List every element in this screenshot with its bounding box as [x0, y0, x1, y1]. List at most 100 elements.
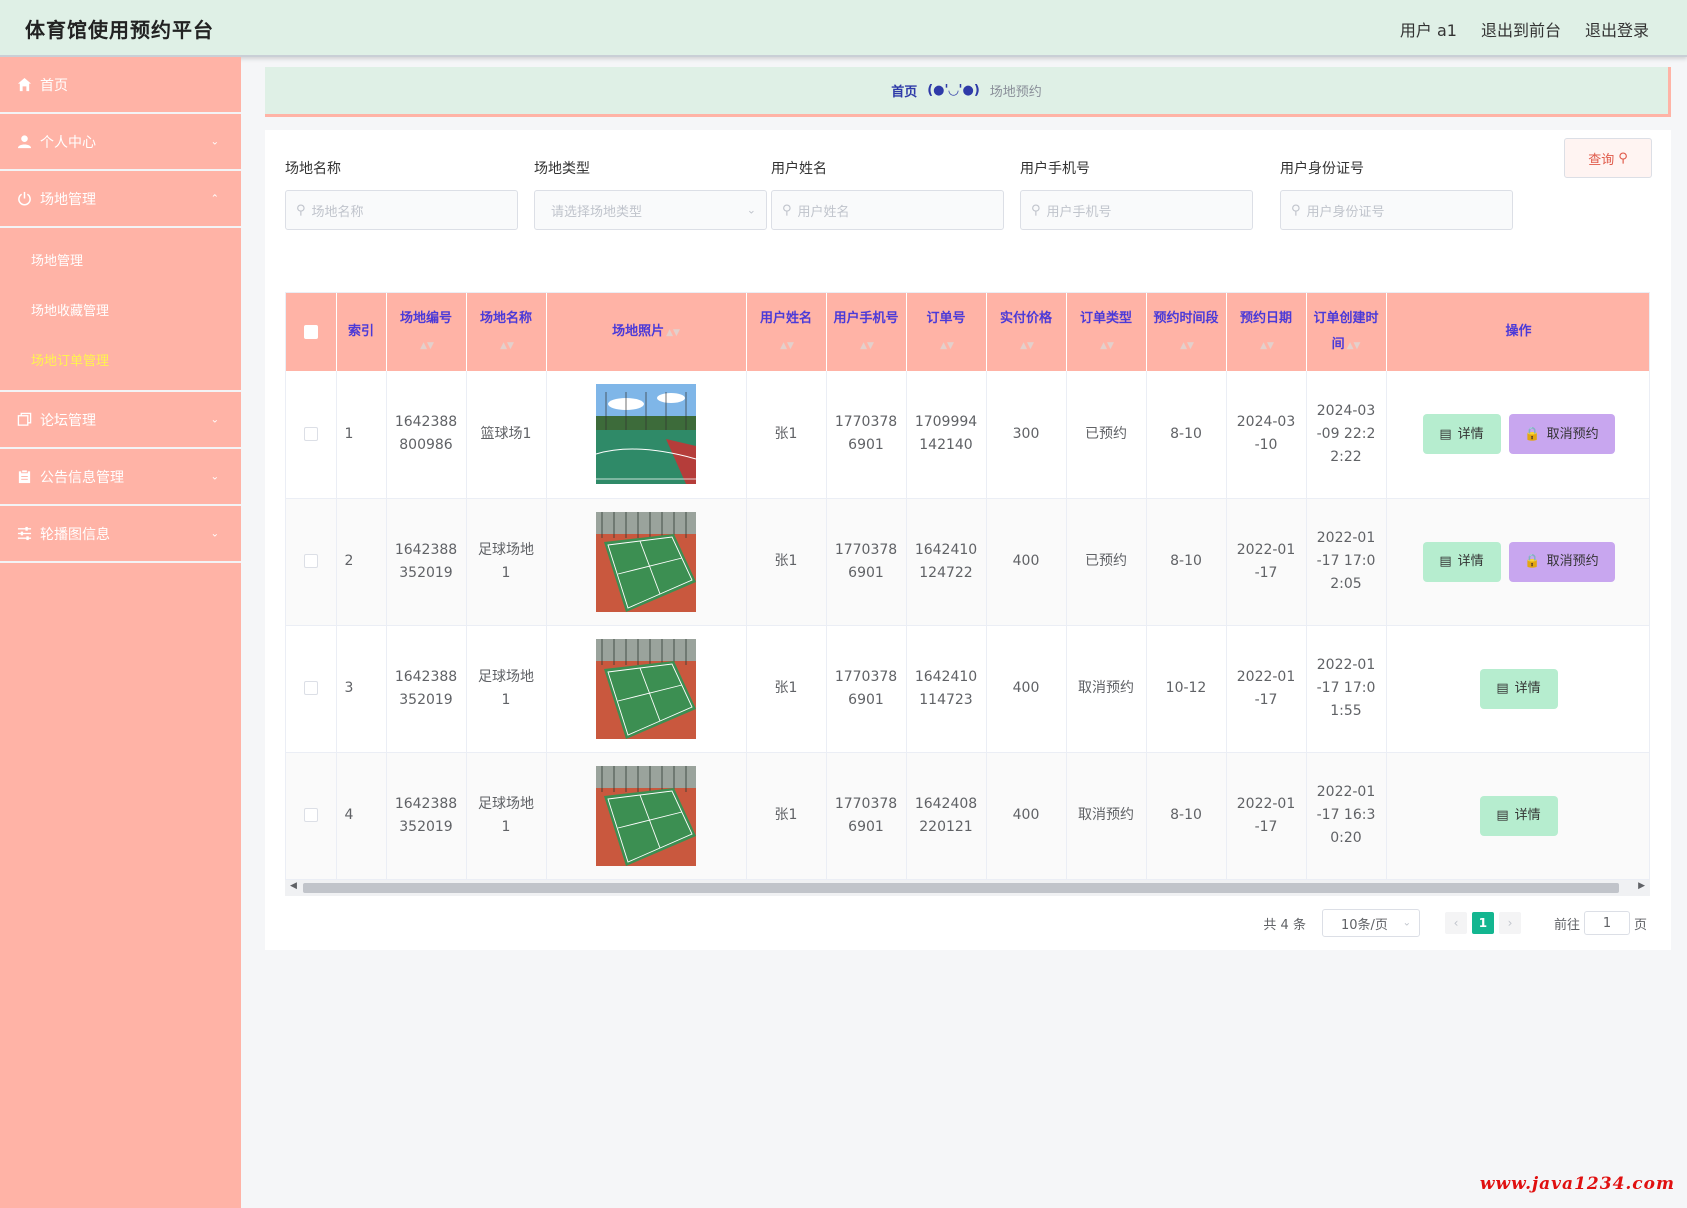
cell-photo	[546, 498, 747, 626]
user-name-field: 用户姓名 ⚲ 用户姓名	[771, 158, 1004, 230]
search-form: 场地名称 ⚲ 场地名称 场地类型 请选择场地类型 ⌄ 用户姓名 ⚲ 用户姓名 用…	[285, 138, 1655, 248]
next-page-button[interactable]: ›	[1498, 912, 1521, 934]
submenu-venue-favorites[interactable]: 场地收藏管理	[0, 284, 241, 334]
user-id-field: 用户身份证号 ⚲ 用户身份证号	[1280, 158, 1513, 230]
cell-actions: ▤ 详情	[1386, 752, 1649, 880]
menu-venue-mgmt-label: 场地管理	[40, 191, 96, 208]
goto-page: 前往 1 页	[1554, 911, 1647, 935]
header-user-name[interactable]: 用户姓名 ▲▼	[746, 293, 827, 371]
cell-venue-name: 足球场地1	[466, 625, 547, 753]
menu-personal[interactable]: 个人中心 ⌄	[0, 114, 241, 171]
header-venue-no[interactable]: 场地编号 ▲▼	[386, 293, 467, 371]
search-icon: ⚲	[296, 202, 306, 218]
sort-icon[interactable]: ▲▼	[1260, 333, 1274, 359]
query-button[interactable]: 查询 ⚲	[1564, 138, 1652, 178]
document-icon: ▤	[1496, 808, 1509, 823]
cell-user-phone: 17703786901	[826, 371, 907, 499]
page-unit-label: 页	[1633, 917, 1647, 933]
venue-name-input[interactable]: ⚲ 场地名称	[285, 190, 518, 230]
header-time-slot[interactable]: 预约时间段 ▲▼	[1146, 293, 1227, 371]
sort-icon[interactable]: ▲▼	[1020, 333, 1034, 359]
menu-forum-label: 论坛管理	[40, 412, 96, 429]
table-row: 1 1642388800986 篮球场1 张1 17703786901 170999414…	[286, 371, 1649, 499]
header-user-phone[interactable]: 用户手机号 ▲▼	[826, 293, 907, 371]
header-order-type-label: 订单类型	[1079, 310, 1132, 326]
sort-icon[interactable]: ▲▼	[1180, 333, 1194, 359]
cell-venue-name: 足球场地1	[466, 498, 547, 626]
detail-button[interactable]: ▤ 详情	[1422, 541, 1501, 582]
goto-page-input[interactable]: 1	[1583, 911, 1630, 935]
header-order-type[interactable]: 订单类型 ▲▼	[1066, 293, 1147, 371]
menu-carousel[interactable]: 轮播图信息 ⌄	[0, 506, 241, 563]
chevron-down-icon: ⌄	[210, 136, 219, 147]
row-checkbox[interactable]	[303, 681, 318, 695]
row-checkbox[interactable]	[303, 808, 318, 822]
detail-label: 详情	[1514, 808, 1541, 823]
user-name-input[interactable]: ⚲ 用户姓名	[771, 190, 1004, 230]
menu-carousel-label: 轮播图信息	[40, 526, 110, 543]
scroll-right-icon[interactable]: ▶	[1638, 881, 1645, 891]
sort-icon[interactable]: ▲▼	[500, 333, 514, 359]
sort-icon[interactable]: ▲▼	[1100, 333, 1114, 359]
cell-user-phone: 17703786901	[826, 498, 907, 626]
header-created[interactable]: 订单创建时间 ▲▼	[1306, 293, 1387, 371]
venue-name-label: 场地名称	[285, 161, 341, 177]
cell-venue-no: 1642388800986	[386, 371, 467, 499]
query-label: 查询	[1588, 152, 1615, 168]
lock-icon: 🔒	[1524, 426, 1541, 442]
user-phone-input[interactable]: ⚲ 用户手机号	[1020, 190, 1253, 230]
detail-button[interactable]: ▤ 详情	[1422, 414, 1501, 455]
logout-link[interactable]: 退出登录	[1585, 17, 1649, 41]
header-order-no[interactable]: 订单号 ▲▼	[906, 293, 987, 371]
menu-forum[interactable]: 论坛管理 ⌄	[0, 392, 241, 449]
sort-icon[interactable]: ▲▼	[666, 320, 680, 346]
cancel-booking-button[interactable]: 🔒 取消预约	[1508, 541, 1615, 582]
menu-home[interactable]: 首页	[0, 57, 241, 114]
exit-to-front-link[interactable]: 退出到前台	[1481, 17, 1561, 41]
cell-order-type: 取消预约	[1066, 625, 1147, 753]
detail-button[interactable]: ▤ 详情	[1479, 668, 1558, 709]
sort-icon[interactable]: ▲▼	[940, 333, 954, 359]
sort-icon[interactable]: ▲▼	[780, 333, 794, 359]
home-icon	[16, 77, 32, 93]
scrollbar-thumb[interactable]	[303, 883, 1619, 893]
header-photo[interactable]: 场地照片 ▲▼	[546, 293, 747, 371]
menu-venue-mgmt[interactable]: 场地管理 ⌃	[0, 171, 241, 228]
venue-type-select[interactable]: 请选择场地类型 ⌄	[534, 190, 767, 230]
horizontal-scrollbar[interactable]: ◀ ▶	[285, 880, 1650, 896]
row-checkbox[interactable]	[303, 554, 318, 568]
detail-label: 详情	[1457, 426, 1484, 442]
user-label[interactable]: 用户 a1	[1400, 17, 1457, 41]
cell-date: 2022-01-17	[1226, 625, 1307, 753]
cell-date: 2024-03-10	[1226, 371, 1307, 499]
venue-type-placeholder: 请选择场地类型	[551, 204, 643, 220]
cancel-booking-button[interactable]: 🔒 取消预约	[1508, 414, 1615, 455]
sort-icon[interactable]: ▲▼	[1347, 333, 1361, 359]
cell-order-type: 取消预约	[1066, 752, 1147, 880]
cell-order-no: 1642408220121	[906, 752, 987, 880]
cell-user-name: 张1	[746, 625, 827, 753]
user-id-input[interactable]: ⚲ 用户身份证号	[1280, 190, 1513, 230]
submenu-venue-orders[interactable]: 场地订单管理	[0, 334, 241, 384]
scroll-left-icon[interactable]: ◀	[290, 881, 297, 891]
prev-page-button[interactable]: ‹	[1444, 912, 1467, 934]
header-venue-name[interactable]: 场地名称 ▲▼	[466, 293, 547, 371]
sort-icon[interactable]: ▲▼	[420, 333, 434, 359]
venue-submenu: 场地管理 场地收藏管理 场地订单管理	[0, 228, 241, 392]
breadcrumb-home[interactable]: 首页	[891, 81, 917, 100]
cell-time-slot: 8-10	[1146, 371, 1227, 499]
cell-photo	[546, 752, 747, 880]
menu-notice[interactable]: 公告信息管理 ⌄	[0, 449, 241, 506]
detail-button[interactable]: ▤ 详情	[1479, 795, 1558, 836]
page-size-value: 10条/页	[1340, 917, 1388, 933]
submenu-venue-mgmt[interactable]: 场地管理	[0, 234, 241, 284]
sort-icon[interactable]: ▲▼	[860, 333, 874, 359]
cell-order-no: 1709994142140	[906, 371, 987, 499]
header-date[interactable]: 预约日期 ▲▼	[1226, 293, 1307, 371]
header-price[interactable]: 实付价格 ▲▼	[986, 293, 1067, 371]
row-checkbox[interactable]	[303, 426, 318, 441]
header-time-slot-label: 预约时间段	[1153, 310, 1219, 326]
select-all-checkbox[interactable]	[303, 324, 318, 339]
page-number-current[interactable]: 1	[1471, 912, 1494, 934]
page-size-select[interactable]: 10条/页 ⌄	[1321, 909, 1420, 937]
